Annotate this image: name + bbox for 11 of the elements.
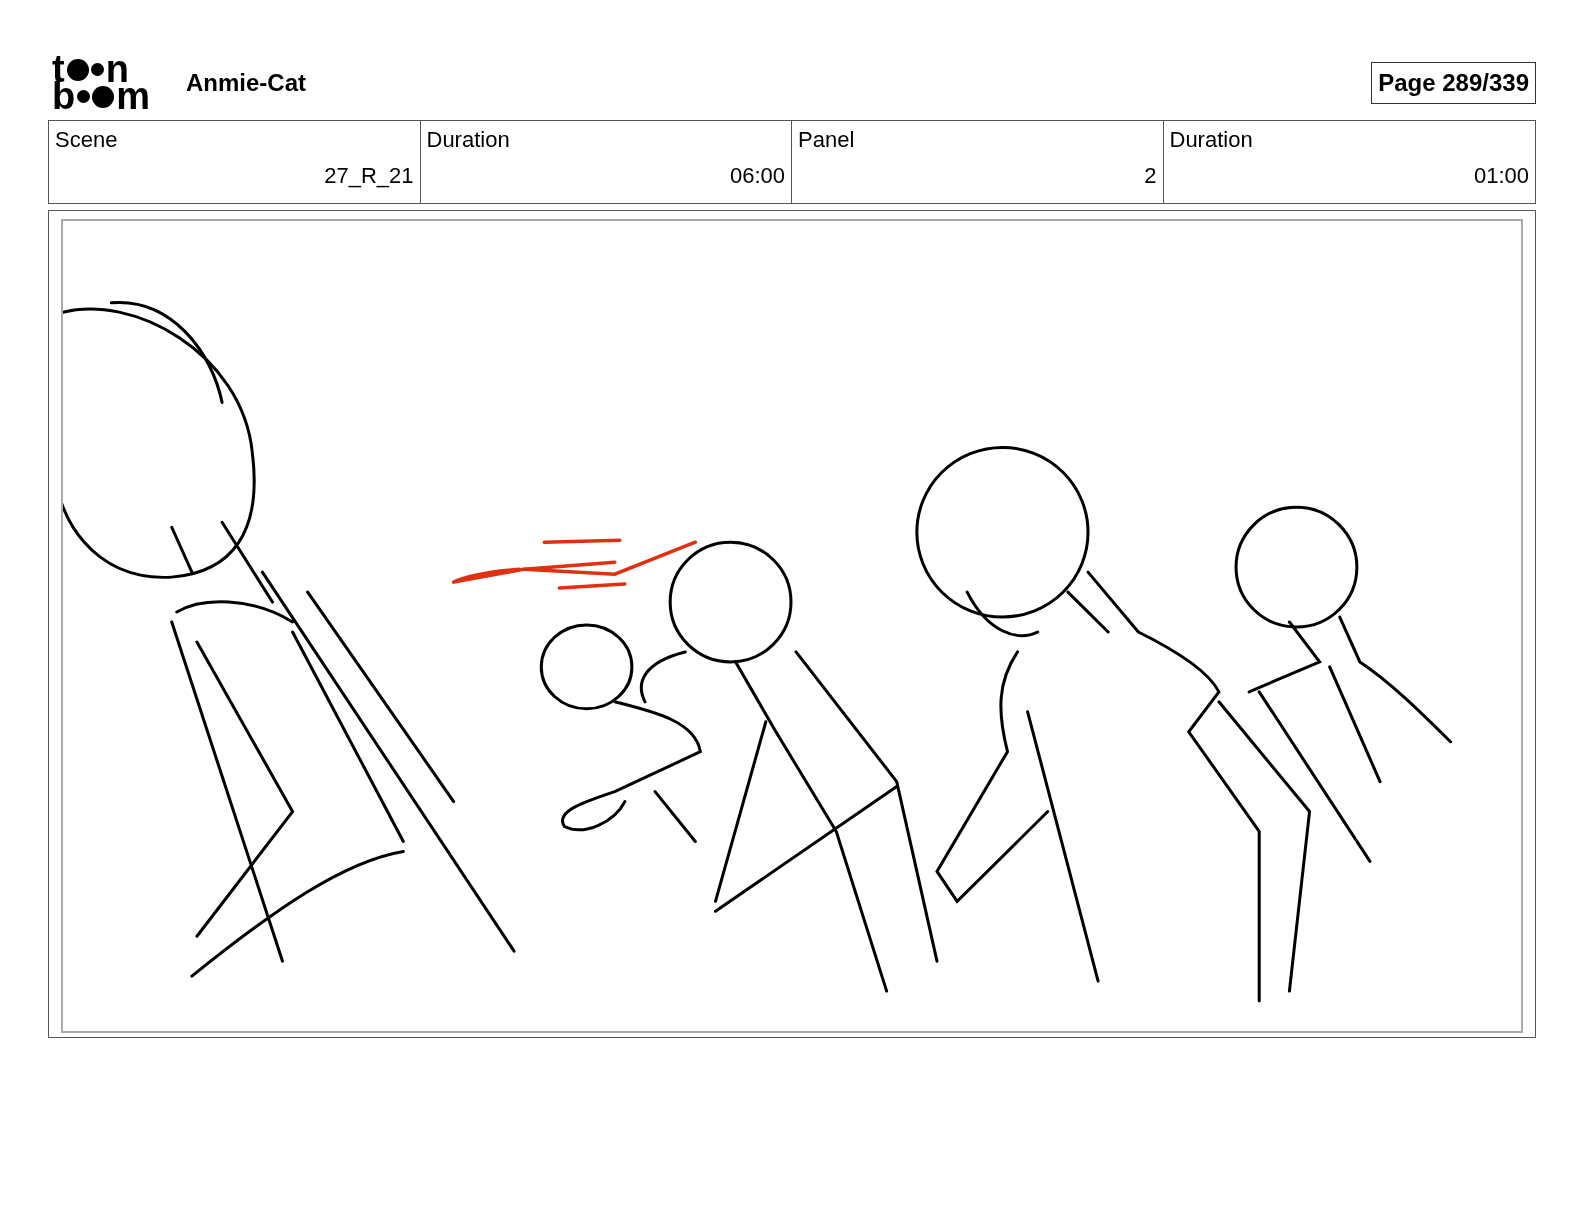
table-cell-text: 2 — [1143, 163, 1157, 189]
project-title: Anmie-Cat — [186, 69, 307, 97]
table-cell-text: 01:00 — [1472, 163, 1529, 189]
column-header: Duration — [426, 127, 511, 153]
table-cell-text: 27_R_21 — [323, 163, 414, 189]
column-header: Panel — [798, 127, 856, 153]
column-header: Scene — [55, 127, 119, 153]
table-cell-text: 06:00 — [728, 163, 785, 189]
column-header: Duration — [1169, 127, 1254, 153]
page-number: Page 289/339 — [1371, 62, 1536, 104]
toon-boom-logo: t n b m — [52, 56, 151, 110]
